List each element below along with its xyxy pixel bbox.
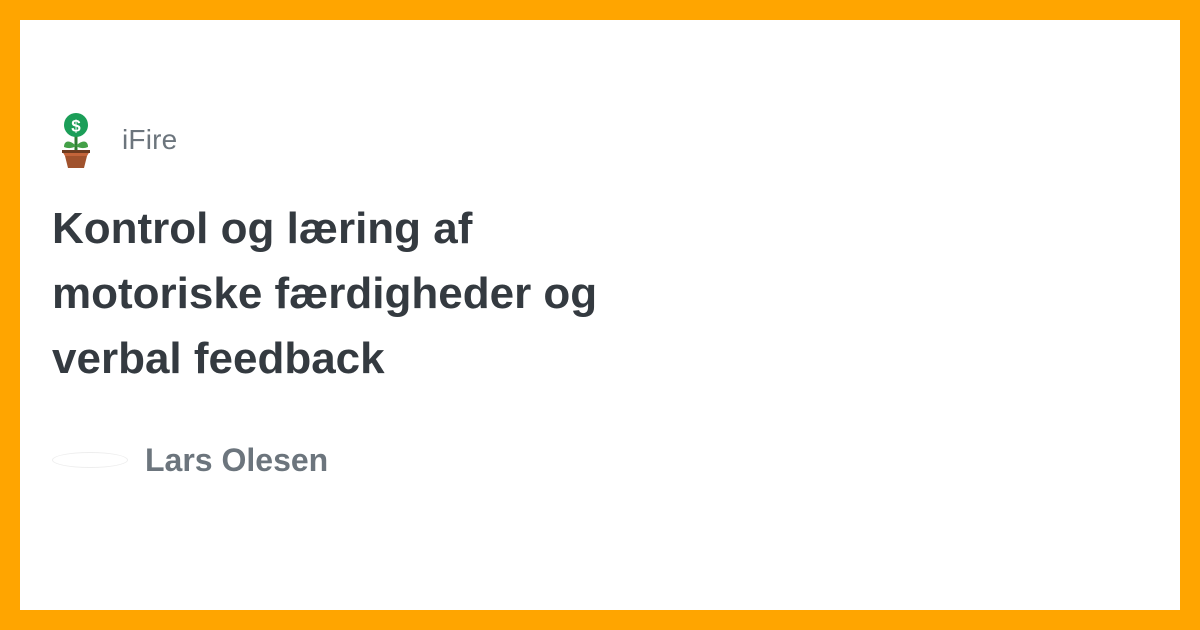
site-brand[interactable]: $ iFire — [52, 112, 177, 168]
author-name[interactable]: Lars Olesen — [145, 442, 328, 479]
avatar — [52, 452, 128, 468]
article-title: Kontrol og læring af motoriske færdighed… — [52, 204, 598, 383]
money-plant-icon: $ — [62, 113, 90, 168]
brand-name[interactable]: iFire — [122, 124, 177, 156]
author-info[interactable]: Lars Olesen — [52, 438, 328, 482]
share-card: $ iFire Kontrol og læring af motoriske f… — [20, 20, 1180, 610]
svg-text:$: $ — [71, 117, 81, 136]
